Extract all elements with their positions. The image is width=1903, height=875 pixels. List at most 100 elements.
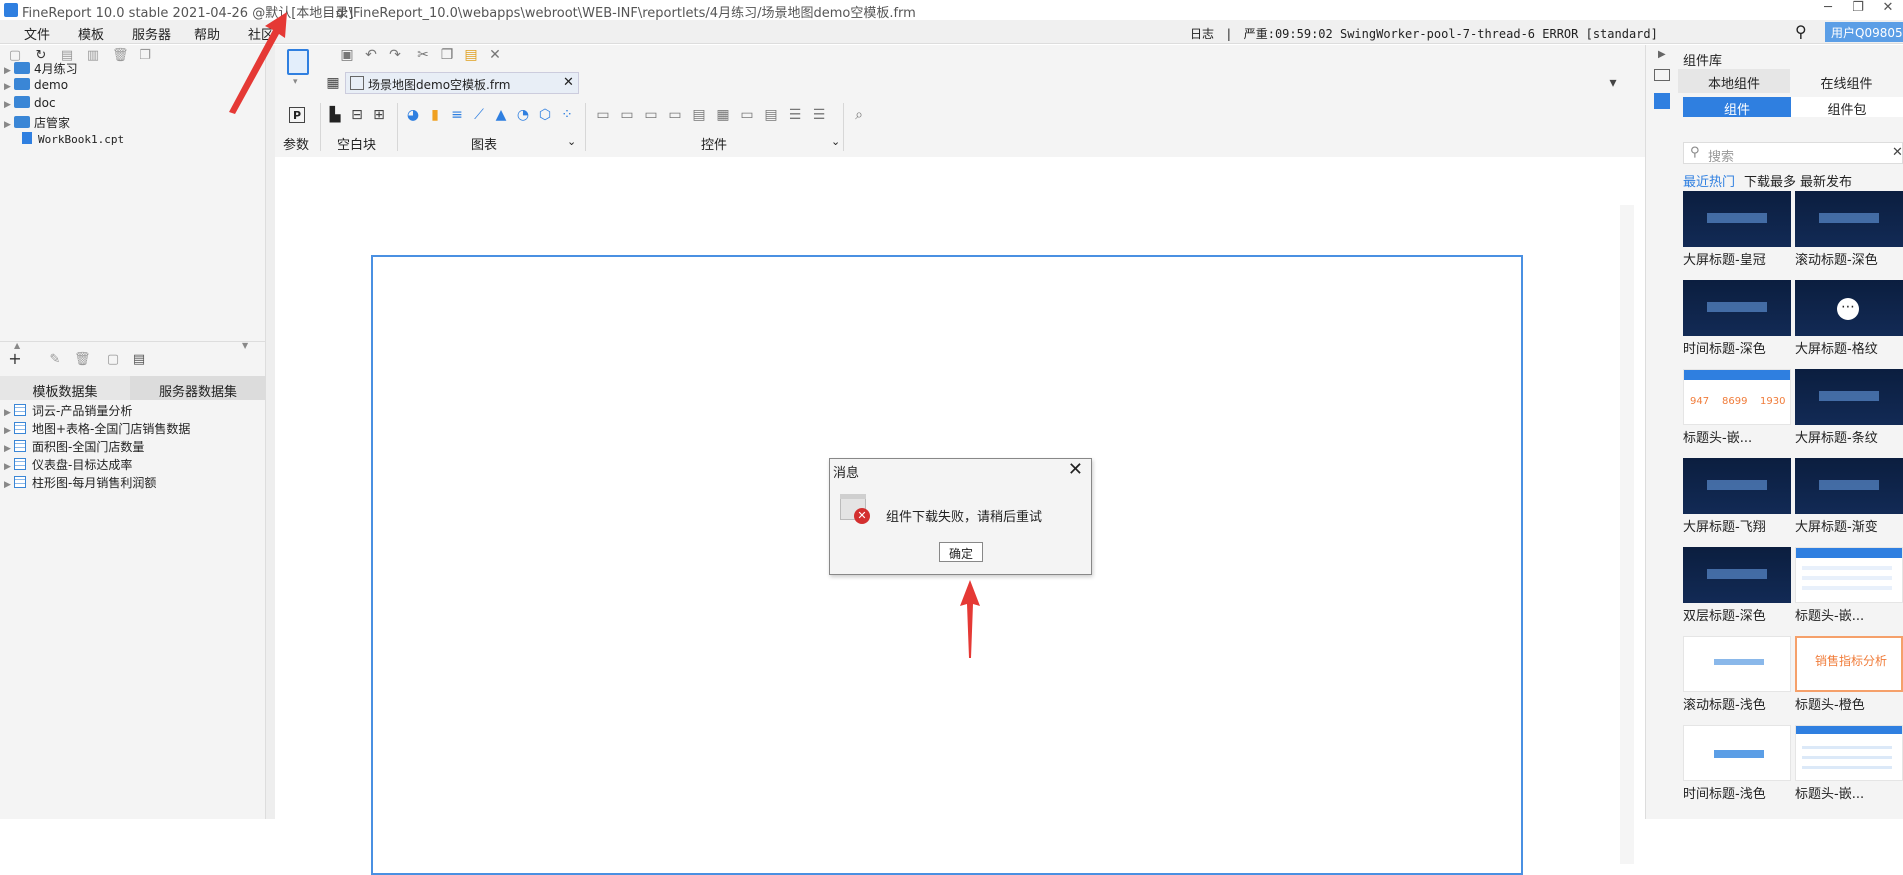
edit-icon[interactable]: ✎ [48,353,62,367]
paste-icon[interactable]: ▤ [463,47,479,63]
dataset-item[interactable]: ▶ 仪表盘-目标达成率 [4,456,132,474]
properties-icon[interactable] [1654,69,1670,81]
copy-icon[interactable]: ❐ [138,49,152,63]
number-widget-icon[interactable]: ▭ [739,107,755,123]
ok-button[interactable]: 确定 [939,542,983,562]
subtab-components[interactable]: 组件 [1683,97,1791,118]
filter-most-downloaded[interactable]: 下载最多 [1744,171,1796,190]
component-card[interactable]: 时间标题-深色 [1683,280,1791,357]
panel-menu-icon[interactable]: ▾ [1605,75,1621,91]
subtab-packages[interactable]: 组件包 [1791,97,1903,118]
dataset-item[interactable]: ▶ 地图+表格-全国门店销售数据 [4,420,190,438]
redo-icon[interactable]: ↷ [387,47,403,63]
tab-file[interactable]: 场景地图demo空模板.frm ✕ [345,72,579,94]
delete-dataset-icon[interactable]: 🗑 [74,353,91,367]
close-icon[interactable]: ✕ [1068,459,1083,480]
cut-icon[interactable]: ✂ [415,47,431,63]
table-block-icon[interactable]: ⊞ [371,107,387,123]
filter-newest[interactable]: 最新发布 [1800,171,1852,190]
component-card[interactable]: 大屏标题-条纹 [1795,369,1903,446]
component-card[interactable]: 大屏标题-飞翔 [1683,458,1791,535]
minimize-icon[interactable]: ─ [1813,0,1843,20]
component-card[interactable]: 滚动标题-深色 [1795,191,1903,268]
button-widget-icon[interactable]: ▭ [595,107,611,123]
component-card[interactable]: 滚动标题-浅色 [1683,636,1791,713]
dataset-item[interactable]: ▶ 面积图-全国门店数量 [4,438,144,456]
menu-template[interactable]: 模板 [78,24,104,43]
scatter-chart-icon[interactable]: ⁘ [559,107,575,123]
add-dataset-icon[interactable]: + [8,351,22,367]
combo-widget-icon[interactable]: ▭ [667,107,683,123]
component-card[interactable]: 大屏标题-皇冠 [1683,191,1791,268]
close-tab-icon[interactable]: ✕ [563,75,574,90]
save-icon[interactable]: ▣ [339,47,355,63]
textfield-widget-icon[interactable]: ▭ [643,107,659,123]
tab-template-dataset[interactable]: 模板数据集 [0,376,130,400]
pie-chart-icon[interactable]: ◕ [405,107,421,123]
tree-item[interactable]: ▶ 4月练习 [4,60,78,78]
user-badge[interactable]: 用户Q0980558 [1825,22,1903,42]
grid-view-icon[interactable]: ▦ [325,75,341,91]
tab-server-dataset[interactable]: 服务器数据集 [130,376,266,400]
list-widget-icon[interactable]: ▤ [763,107,779,123]
component-thumbnail [1795,191,1903,247]
editor-area: ▾ ▣ ↶ ↷ ✂ ❐ ▤ ✕ ▦ 场景地图demo空模板.frm ✕ ▾ P … [275,45,1645,875]
menu-file[interactable]: 文件 [24,24,50,43]
component-card[interactable]: 标题头-嵌... [1795,725,1903,802]
bar-chart-icon[interactable]: ▮ [427,107,443,123]
search-icon[interactable]: ⚲ [1795,22,1807,41]
undo-icon[interactable]: ↶ [363,47,379,63]
copy-icon[interactable]: ❐ [439,47,455,63]
clear-icon[interactable]: ✕ [1892,145,1903,160]
restore-icon[interactable]: ❐ [1843,0,1873,20]
collapse-down-icon[interactable]: ▼ [242,341,248,350]
expand-right-icon[interactable]: ▶ [1658,49,1666,60]
horizontal-bar-icon[interactable]: ≡ [449,107,465,123]
dataset-item[interactable]: ▶ 词云-产品销量分析 [4,402,132,420]
blank-block-icon[interactable]: ▙ [327,107,343,123]
chevron-down-icon[interactable]: ⌄ [567,135,576,148]
component-card[interactable]: 947 8699 1930 标题头-嵌... [1683,369,1791,446]
more-icon[interactable]: ⋯ [1837,298,1859,320]
component-card[interactable]: 销售指标分析 标题头-橙色 [1795,636,1903,713]
tree-item[interactable]: WorkBook1.cpt [22,132,124,150]
panel-splitter[interactable] [266,45,275,819]
chevron-down-icon[interactable]: ⌄ [831,135,840,148]
gauge-chart-icon[interactable]: ◔ [515,107,531,123]
component-card[interactable]: ⋯ 大屏标题-格纹 [1795,280,1903,357]
panel-divider[interactable] [0,341,266,347]
component-card[interactable]: 大屏标题-渐变 [1795,458,1903,535]
label-widget-icon[interactable]: ▭ [619,107,635,123]
component-lib-icon[interactable] [1654,93,1670,109]
delete-icon[interactable]: ✕ [487,47,503,63]
filter-hot[interactable]: 最近热门 [1683,171,1735,190]
component-card[interactable]: 时间标题-浅色 [1683,725,1791,802]
area-chart-icon[interactable]: ▲ [493,107,509,123]
component-card[interactable]: 双层标题-深色 [1683,547,1791,624]
radio-widget-icon[interactable]: ☰ [811,107,827,123]
date-widget-icon[interactable]: ▦ [715,107,731,123]
preview-icon[interactable]: ▢ [106,353,120,367]
delete-icon[interactable]: 🗑 [112,49,129,63]
close-window-icon[interactable]: ✕ [1873,0,1903,20]
dataset-params-icon[interactable]: ▤ [132,353,146,367]
tree-item[interactable]: ▶ doc [4,96,56,114]
textarea-widget-icon[interactable]: ▤ [691,107,707,123]
tab-local-components[interactable]: 本地组件 [1678,69,1790,93]
radar-chart-icon[interactable]: ⬡ [537,107,553,123]
log-area[interactable]: 日志 | 严重:09:59:02 SwingWorker-pool-7-thre… [1190,25,1658,42]
component-card[interactable]: 标题头-嵌... [1795,547,1903,624]
menu-server[interactable]: 服务器 [132,24,171,43]
menu-help[interactable]: 帮助 [194,24,220,43]
dataset-item[interactable]: ▶ 柱形图-每月销售利润额 [4,474,156,492]
tree-item[interactable]: ▶ demo [4,78,68,96]
split-block-icon[interactable]: ⊟ [349,107,365,123]
lock-icon[interactable]: ▥ [86,49,100,63]
search-widget-icon[interactable]: ⌕ [851,107,867,123]
line-chart-icon[interactable]: ⟋ [471,107,487,123]
search-input[interactable]: ⚲ 搜索 ✕ [1683,142,1903,165]
tree-item[interactable]: ▶ 店管家 [4,114,70,132]
vertical-scrollbar[interactable] [1620,205,1634,864]
tab-online-components[interactable]: 在线组件 [1790,69,1903,93]
checkbox-widget-icon[interactable]: ☰ [787,107,803,123]
